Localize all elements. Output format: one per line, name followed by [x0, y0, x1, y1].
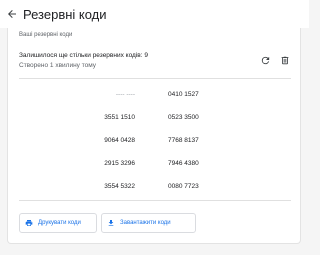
- trash-icon: [281, 56, 289, 64]
- code-value: 2915 3296: [104, 160, 135, 167]
- code-row: 3554 5322 0080 7723: [8, 183, 302, 193]
- code-value: 9064 0428: [104, 137, 135, 144]
- divider: [19, 200, 291, 201]
- code-value: 3554 5322: [104, 183, 135, 190]
- code-row: 3551 1510 0523 3500: [8, 114, 302, 124]
- delete-codes-button[interactable]: [278, 53, 292, 67]
- arrow-left-icon: [8, 10, 16, 18]
- code-value: 3551 1510: [104, 114, 135, 121]
- divider: [19, 78, 291, 79]
- print-codes-label: Друкувати коди: [38, 220, 81, 226]
- section-label: Ваші резервні коди: [19, 32, 73, 38]
- print-codes-button[interactable]: Друкувати коди: [19, 213, 97, 233]
- refresh-icon: [261, 56, 269, 64]
- code-row: 9064 0428 7768 8137: [8, 137, 302, 147]
- download-codes-button[interactable]: Завантажити коди: [101, 213, 196, 233]
- code-row: ---- ---- 0410 1527: [8, 91, 302, 101]
- page-title: Резервні коди: [23, 6, 107, 22]
- code-value: 0410 1527: [168, 91, 199, 98]
- app-header: Резервні коди: [0, 0, 309, 28]
- printer-icon: [25, 219, 33, 227]
- code-value: 7946 4380: [168, 160, 199, 167]
- backup-codes-card: Ваші резервні коди Залишилося ще стільки…: [7, 28, 301, 244]
- code-row: 2915 3296 7946 4380: [8, 160, 302, 170]
- back-button[interactable]: [3, 5, 21, 23]
- refresh-codes-button[interactable]: [258, 53, 272, 67]
- code-used: ---- ----: [115, 91, 135, 98]
- code-value: 0523 3500: [168, 114, 199, 121]
- code-value: 0080 7723: [168, 183, 199, 190]
- created-time-text: Створено 1 хвилину тому: [19, 62, 97, 69]
- download-icon: [107, 219, 115, 227]
- download-codes-label: Завантажити коди: [120, 220, 171, 226]
- remaining-codes-text: Залишилося ще стільки резервних кодів: 9: [19, 52, 148, 59]
- code-value: 7768 8137: [168, 137, 199, 144]
